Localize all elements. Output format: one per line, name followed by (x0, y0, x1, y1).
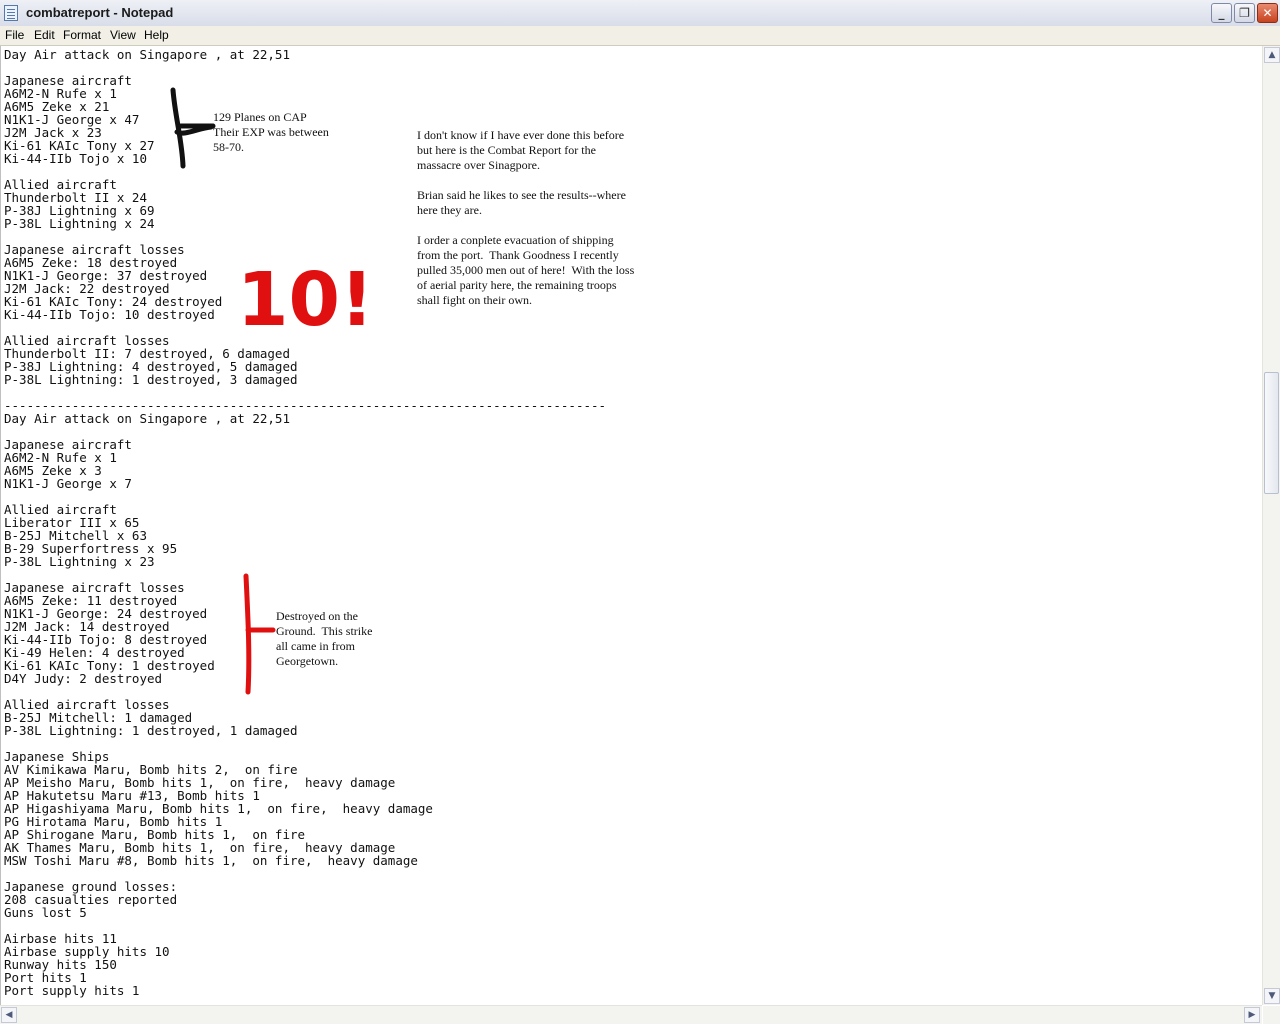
scroll-right-arrow-icon[interactable]: ▶ (1244, 1007, 1260, 1023)
text-editor[interactable]: Port supply hits 1 Port hits 1 Runway hits… (0, 46, 1262, 1005)
menu-file[interactable]: File (5, 28, 24, 42)
menu-bar: File Edit Format View Help (0, 26, 1280, 46)
window-title: combatreport - Notepad (26, 5, 174, 20)
restore-button[interactable]: ❐ (1234, 3, 1255, 23)
menu-edit[interactable]: Edit (34, 28, 55, 42)
notepad-icon (4, 5, 18, 21)
horizontal-scrollbar[interactable]: ◀ ▶ (0, 1005, 1262, 1024)
scroll-left-arrow-icon[interactable]: ◀ (1, 1007, 17, 1023)
ink-marks: 10! (170, 87, 374, 695)
close-button[interactable]: ✕ (1257, 3, 1278, 23)
resize-grip[interactable] (1263, 1006, 1280, 1024)
menu-view[interactable]: View (110, 28, 136, 42)
vertical-scrollbar[interactable]: ▲ ▼ (1262, 46, 1280, 1005)
scroll-down-arrow-icon[interactable]: ▼ (1264, 988, 1280, 1004)
menu-help[interactable]: Help (144, 28, 169, 42)
restore-icon: ❐ (1239, 6, 1250, 20)
menu-format[interactable]: Format (63, 28, 101, 42)
minimize-button[interactable]: _ (1211, 3, 1232, 23)
black-bracket-mark (170, 87, 216, 169)
vertical-scroll-thumb[interactable] (1264, 372, 1279, 494)
title-bar[interactable]: combatreport - Notepad _ ❐ ✕ (0, 0, 1280, 27)
minimize-icon: _ (1218, 6, 1225, 20)
red-count-mark: 10! (237, 257, 374, 343)
scroll-up-arrow-icon[interactable]: ▲ (1264, 47, 1280, 63)
red-bracket-mark (243, 573, 276, 695)
close-icon: ✕ (1262, 6, 1273, 20)
